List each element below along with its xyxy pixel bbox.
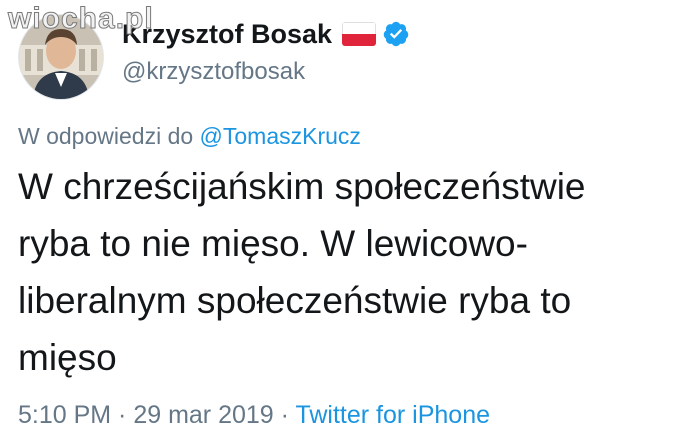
tweet-time[interactable]: 5:10 PM: [18, 401, 111, 429]
user-block: Krzysztof Bosak @krzysztofbosak: [122, 16, 410, 86]
tweet-meta: 5:10 PM · 29 mar 2019 · Twitter for iPho…: [18, 401, 490, 430]
name-row: Krzysztof Bosak: [122, 16, 410, 52]
watermark: wiocha.pl: [8, 2, 154, 36]
tweet-text: W chrześcijańskim społeczeństwie ryba to…: [18, 166, 586, 378]
tweet-source-link[interactable]: Twitter for iPhone: [295, 401, 490, 429]
reply-context: W odpowiedzi do @TomaszKrucz: [18, 123, 361, 150]
meta-separator: ·: [273, 401, 296, 429]
poland-flag-icon: [342, 22, 377, 46]
tweet-date[interactable]: 29 mar 2019: [133, 401, 273, 429]
reply-mention-link[interactable]: @TomaszKrucz: [200, 123, 361, 149]
verified-badge-icon: [382, 20, 410, 48]
reply-prefix: W odpowiedzi do: [18, 123, 200, 149]
meta-separator: ·: [111, 401, 134, 429]
user-handle[interactable]: @krzysztofbosak: [122, 58, 410, 86]
